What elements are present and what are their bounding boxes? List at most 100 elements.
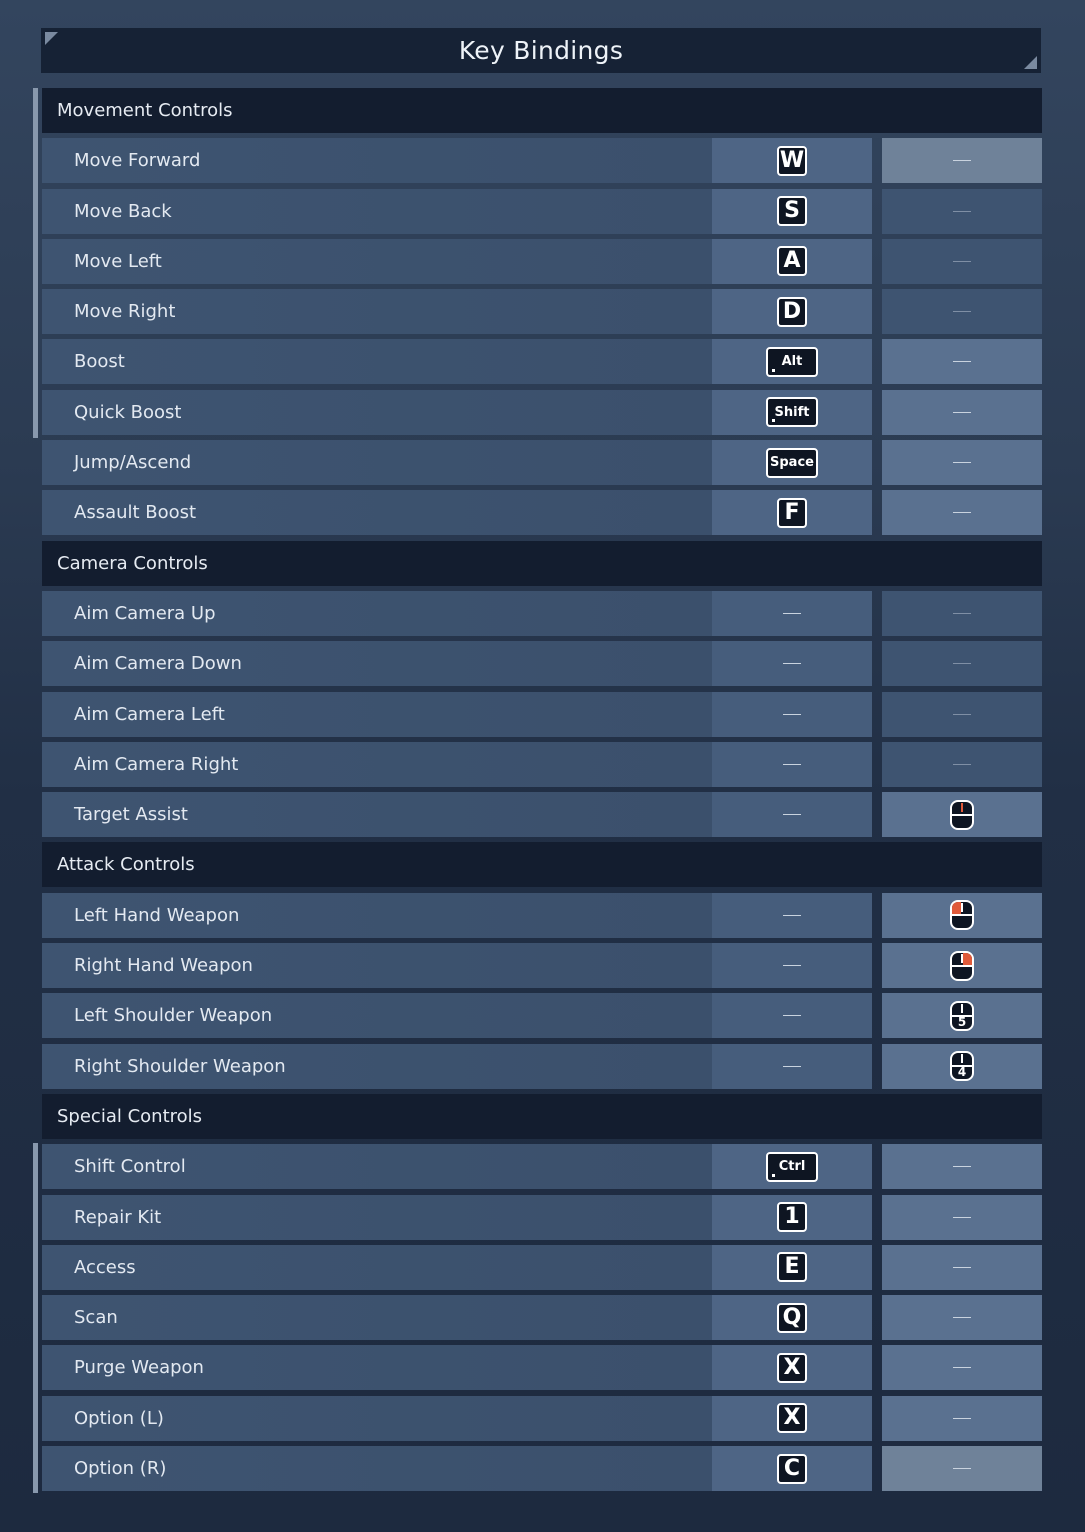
secondary-key-slot[interactable] (882, 339, 1042, 385)
mouse-button-number: 5 (957, 1014, 967, 1029)
secondary-key-slot[interactable] (882, 943, 1042, 989)
primary-key-slot[interactable] (712, 641, 872, 687)
binding-row[interactable]: Option (R) C (42, 1446, 1042, 1492)
secondary-key-slot[interactable] (882, 1244, 1042, 1290)
secondary-key-slot[interactable] (882, 691, 1042, 737)
title-bar: Key Bindings (41, 28, 1041, 73)
primary-key-slot[interactable]: X (712, 1395, 872, 1441)
primary-key-slot[interactable]: Alt (712, 339, 872, 385)
mouse-divider (952, 914, 972, 917)
primary-key-slot[interactable] (712, 590, 872, 636)
action-label: Right Hand Weapon (42, 943, 712, 989)
action-label: Aim Camera Left (42, 691, 712, 737)
secondary-key-slot[interactable]: 4 (882, 1043, 1042, 1089)
binding-row[interactable]: Move Left A (42, 238, 1042, 284)
primary-key-slot[interactable]: 1 (712, 1194, 872, 1240)
secondary-key-slot[interactable] (882, 490, 1042, 536)
slot-gap (872, 943, 882, 988)
primary-key-slot[interactable]: A (712, 238, 872, 284)
primary-key-slot[interactable] (712, 993, 872, 1039)
binding-row[interactable]: Left Hand Weapon (42, 892, 1042, 938)
primary-key-slot[interactable]: F (712, 490, 872, 536)
primary-key-slot[interactable] (712, 943, 872, 989)
secondary-key-slot[interactable] (882, 1446, 1042, 1492)
binding-row[interactable]: Shift Control Ctrl (42, 1144, 1042, 1190)
slot-gap (872, 1144, 882, 1189)
primary-key-slot[interactable] (712, 741, 872, 787)
unbound-dash (953, 512, 971, 514)
secondary-key-slot[interactable] (882, 1144, 1042, 1190)
binding-row[interactable]: Scan Q (42, 1295, 1042, 1341)
binding-row[interactable]: Target Assist (42, 792, 1042, 838)
secondary-key-slot[interactable] (882, 238, 1042, 284)
mouse-wheel (961, 903, 963, 913)
primary-key-slot[interactable] (712, 1043, 872, 1089)
binding-row[interactable]: Aim Camera Right (42, 741, 1042, 787)
unbound-dash (783, 1065, 801, 1067)
binding-row[interactable]: Boost Alt (42, 339, 1042, 385)
binding-row[interactable]: Left Shoulder Weapon 5 (42, 993, 1042, 1039)
binding-row[interactable]: Quick Boost Shift (42, 389, 1042, 435)
slot-gap (872, 591, 882, 636)
unbound-dash (953, 663, 971, 665)
binding-row[interactable]: Option (L) X (42, 1395, 1042, 1441)
binding-row[interactable]: Aim Camera Left (42, 691, 1042, 737)
binding-row[interactable]: Move Forward W (42, 138, 1042, 184)
keycap: Alt (766, 346, 818, 377)
mouse-left-button (952, 902, 961, 915)
action-label: Move Right (42, 289, 712, 335)
secondary-key-slot[interactable] (882, 138, 1042, 184)
secondary-key-slot[interactable] (882, 892, 1042, 938)
secondary-key-slot[interactable] (882, 1295, 1042, 1341)
binding-row[interactable]: Right Hand Weapon (42, 943, 1042, 989)
primary-key-slot[interactable]: Shift (712, 389, 872, 435)
primary-key-slot[interactable]: Space (712, 440, 872, 486)
unbound-dash (783, 965, 801, 967)
secondary-key-slot[interactable] (882, 1194, 1042, 1240)
slot-gap (872, 1295, 882, 1340)
secondary-key-slot[interactable] (882, 1395, 1042, 1441)
secondary-key-slot[interactable] (882, 741, 1042, 787)
keycap: D (777, 296, 807, 327)
section-header: Special Controls (42, 1093, 1042, 1139)
binding-row[interactable]: Move Back S (42, 188, 1042, 234)
slot-gap (872, 993, 882, 1038)
unbound-dash (953, 1266, 971, 1268)
corner-decoration (45, 32, 58, 45)
secondary-key-slot[interactable] (882, 188, 1042, 234)
secondary-key-slot[interactable] (882, 440, 1042, 486)
action-label: Access (42, 1244, 712, 1290)
keycap: 1 (777, 1202, 807, 1233)
primary-key-slot[interactable]: W (712, 138, 872, 184)
primary-key-slot[interactable]: X (712, 1345, 872, 1391)
primary-key-slot[interactable]: E (712, 1244, 872, 1290)
binding-row[interactable]: Move Right D (42, 289, 1042, 335)
primary-key-slot[interactable] (712, 792, 872, 838)
binding-row[interactable]: Purge Weapon X (42, 1345, 1042, 1391)
secondary-key-slot[interactable] (882, 792, 1042, 838)
keycap-label: Space (770, 455, 814, 471)
binding-row[interactable]: Right Shoulder Weapon 4 (42, 1043, 1042, 1089)
secondary-key-slot[interactable] (882, 389, 1042, 435)
secondary-key-slot[interactable]: 5 (882, 993, 1042, 1039)
secondary-key-slot[interactable] (882, 641, 1042, 687)
binding-row[interactable]: Jump/Ascend Space (42, 440, 1042, 486)
keycap: A (777, 246, 807, 277)
binding-row[interactable]: Aim Camera Down (42, 641, 1042, 687)
action-label: Left Shoulder Weapon (42, 993, 712, 1039)
binding-row[interactable]: Repair Kit 1 (42, 1194, 1042, 1240)
unbound-dash (953, 1216, 971, 1218)
primary-key-slot[interactable]: D (712, 289, 872, 335)
secondary-key-slot[interactable] (882, 590, 1042, 636)
primary-key-slot[interactable] (712, 892, 872, 938)
primary-key-slot[interactable]: C (712, 1446, 872, 1492)
binding-row[interactable]: Assault Boost F (42, 490, 1042, 536)
binding-row[interactable]: Access E (42, 1244, 1042, 1290)
binding-row[interactable]: Aim Camera Up (42, 590, 1042, 636)
secondary-key-slot[interactable] (882, 1345, 1042, 1391)
primary-key-slot[interactable]: Q (712, 1295, 872, 1341)
secondary-key-slot[interactable] (882, 289, 1042, 335)
primary-key-slot[interactable] (712, 691, 872, 737)
primary-key-slot[interactable]: Ctrl (712, 1144, 872, 1190)
primary-key-slot[interactable]: S (712, 188, 872, 234)
